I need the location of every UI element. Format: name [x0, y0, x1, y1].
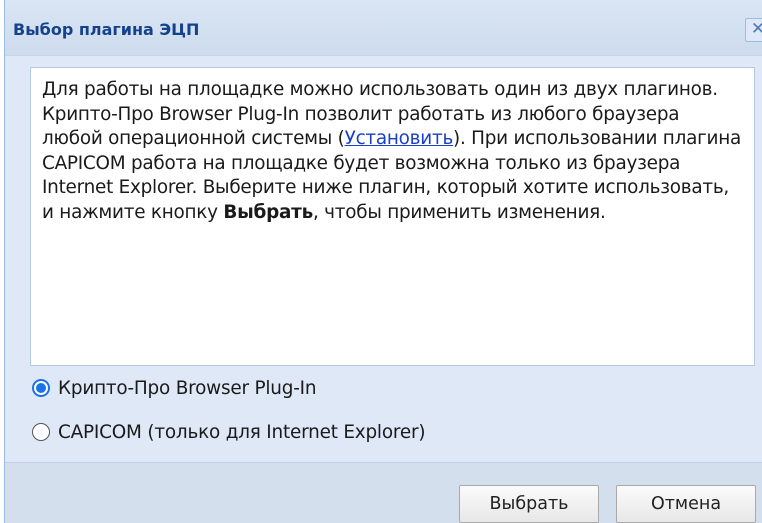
- dialog-title: Выбор плагина ЭЦП: [13, 20, 200, 39]
- cancel-button[interactable]: Отмена: [616, 485, 756, 523]
- info-panel: Для работы на площадке можно использоват…: [30, 67, 755, 366]
- plugin-select-dialog: Выбор плагина ЭЦП ✕ Для работы на площад…: [4, 0, 762, 523]
- close-icon[interactable]: ✕: [745, 18, 762, 42]
- radio-capicom[interactable]: [32, 423, 50, 441]
- info-bold-word: Выбрать: [223, 201, 313, 223]
- option-capicom-label[interactable]: CAPICOM (только для Internet Explorer): [58, 422, 426, 443]
- option-cryptopro-label[interactable]: Крипто-Про Browser Plug-In: [58, 378, 317, 399]
- info-text-part3: , чтобы применить изменения.: [312, 201, 606, 223]
- dialog-titlebar[interactable]: Выбор плагина ЭЦП ✕: [5, 0, 762, 56]
- radio-cryptopro[interactable]: [32, 379, 50, 397]
- dialog-body: Для работы на площадке можно использоват…: [5, 56, 762, 462]
- install-link[interactable]: Установить: [345, 128, 454, 149]
- option-capicom[interactable]: CAPICOM (только для Internet Explorer): [32, 418, 426, 446]
- option-cryptopro[interactable]: Крипто-Про Browser Plug-In: [32, 374, 317, 402]
- select-button[interactable]: Выбрать: [459, 485, 599, 523]
- info-text: Для работы на площадке можно использоват…: [42, 78, 742, 225]
- dialog-footer: Выбрать Отмена: [5, 462, 762, 523]
